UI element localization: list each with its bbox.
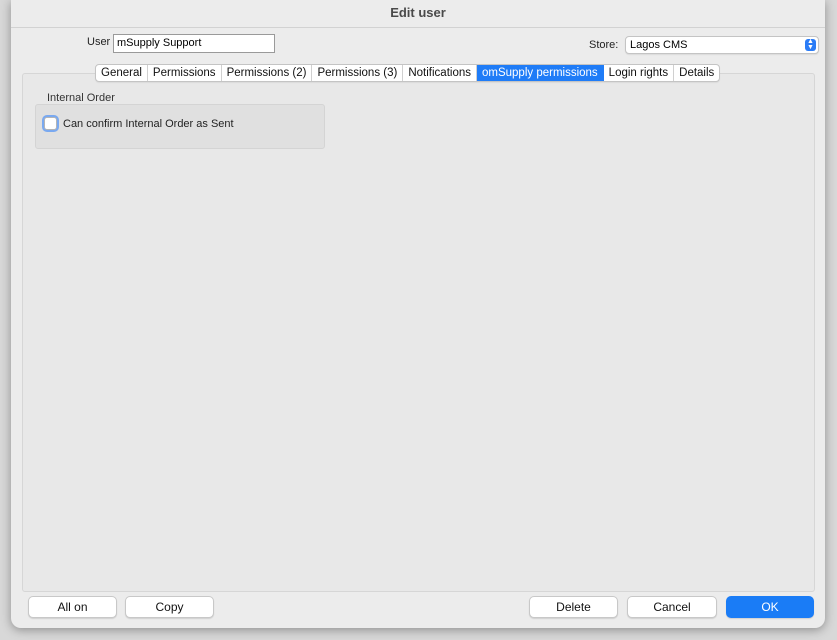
tab-notifications[interactable]: Notifications	[403, 65, 477, 81]
tab-details[interactable]: Details	[674, 65, 719, 81]
tab-bar: General Permissions Permissions (2) Perm…	[95, 64, 721, 82]
tab-login-rights[interactable]: Login rights	[604, 65, 675, 81]
user-name-input[interactable]	[113, 34, 275, 53]
tab-permissions-2[interactable]: Permissions (2)	[222, 65, 313, 81]
internal-order-group-title: Internal Order	[47, 92, 115, 104]
ok-button[interactable]: OK	[726, 596, 814, 618]
cancel-button[interactable]: Cancel	[627, 596, 717, 618]
tab-permissions-3[interactable]: Permissions (3)	[312, 65, 404, 81]
window-title: Edit user	[11, 0, 825, 28]
confirm-internal-order-checkbox[interactable]	[44, 117, 57, 130]
copy-button[interactable]: Copy	[125, 596, 214, 618]
store-select-value: Lagos CMS	[630, 39, 688, 51]
store-label: Store:	[589, 39, 619, 51]
confirm-internal-order-label[interactable]: Can confirm Internal Order as Sent	[63, 118, 234, 130]
select-arrows-icon: ▲ ▼	[805, 38, 816, 51]
delete-button[interactable]: Delete	[529, 596, 618, 618]
tab-permissions[interactable]: Permissions	[148, 65, 222, 81]
all-on-button[interactable]: All on	[28, 596, 117, 618]
store-select[interactable]: Lagos CMS ▲ ▼	[625, 36, 819, 54]
tab-omsupply-permissions[interactable]: omSupply permissions	[476, 65, 604, 81]
internal-order-group: Can confirm Internal Order as Sent	[35, 104, 325, 149]
edit-user-window: Edit user User Store: Lagos CMS ▲▼ Gener…	[11, 0, 825, 628]
tab-content-panel	[22, 73, 815, 592]
tab-general[interactable]: General	[96, 65, 148, 81]
user-label: User	[87, 36, 111, 48]
